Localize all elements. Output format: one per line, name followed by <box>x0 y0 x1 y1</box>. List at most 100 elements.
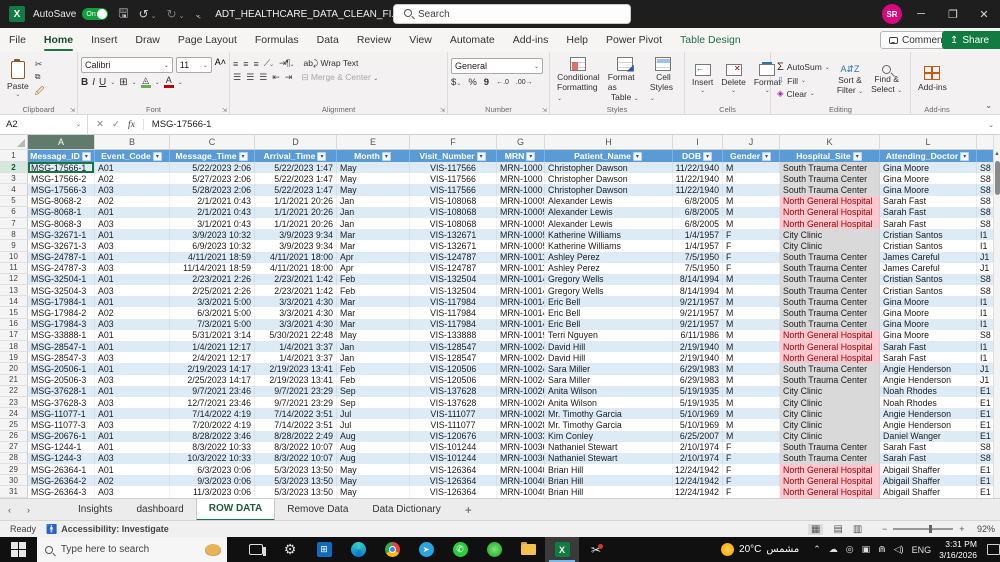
cell[interactable]: A01 <box>95 206 170 218</box>
cell[interactable]: S8 <box>977 442 993 453</box>
sheet-tab-insights[interactable]: Insights <box>66 499 124 521</box>
cell[interactable]: F <box>723 229 780 241</box>
customize-qat-icon[interactable]: ⌄̱ <box>194 10 201 19</box>
tab-page-layout[interactable]: Page Layout <box>169 28 246 52</box>
cell[interactable]: MSG-17566-1 <box>28 162 95 174</box>
increase-decimal-icon[interactable]: ←.0 <box>496 79 509 86</box>
cell[interactable]: 7/14/2022 3:51 <box>255 419 337 431</box>
cell[interactable]: A02 <box>95 173 170 185</box>
fill-color-icon[interactable]: ◬ <box>140 76 151 88</box>
language-indicator[interactable]: ENG <box>912 545 932 555</box>
cell[interactable]: 6/3/2023 0:06 <box>170 464 255 476</box>
taskbar-search[interactable]: Type here to search <box>36 537 228 562</box>
cell[interactable]: Gregory Wells <box>545 273 673 286</box>
cell[interactable]: 2/19/2023 13:41 <box>255 374 337 386</box>
excel-icon[interactable]: X <box>545 537 580 562</box>
cell[interactable]: M <box>723 396 780 409</box>
cell[interactable]: 5/22/2023 1:47 <box>255 162 337 174</box>
cell[interactable]: 5/30/2021 22:48 <box>255 329 337 341</box>
cell[interactable]: A02 <box>95 475 170 487</box>
cell[interactable]: E1 <box>977 419 993 430</box>
cell[interactable]: 1/4/1957 <box>673 229 723 241</box>
cell[interactable]: F <box>723 452 780 465</box>
cell[interactable]: VIS-117566 <box>410 173 497 185</box>
cell[interactable]: Jul <box>337 419 410 431</box>
cell[interactable]: MRN-10005 <box>497 206 545 218</box>
column-letter-D[interactable]: D <box>255 135 337 149</box>
cell[interactable]: 4/11/2021 18:00 <box>255 251 337 263</box>
cell[interactable]: Ashley Perez <box>545 251 673 263</box>
cell[interactable]: 2/19/2023 14:17 <box>170 363 255 375</box>
redo-icon[interactable]: ↻ ⌄ <box>167 7 185 21</box>
save-icon[interactable]: 🖫 <box>118 4 128 25</box>
cell[interactable]: MSG-32504-3 <box>28 285 95 297</box>
cell[interactable]: VIS-126364 <box>410 486 497 498</box>
cell[interactable]: North General Hospital <box>780 206 880 218</box>
row-number-20[interactable]: 20 <box>0 363 28 375</box>
row-number-6[interactable]: 6 <box>0 206 28 218</box>
row-number-25[interactable]: 25 <box>0 419 28 431</box>
cell[interactable]: Feb <box>337 374 410 386</box>
cell[interactable]: M <box>723 385 780 397</box>
row-number-1[interactable]: 1 <box>0 150 28 162</box>
cell[interactable]: S8 <box>977 273 993 286</box>
tray-app-icon[interactable]: ◎ <box>846 544 854 555</box>
filter-icon[interactable]: ▾ <box>852 151 862 161</box>
cell[interactable]: Cristian Santos <box>880 240 977 252</box>
cell[interactable]: 5/10/1969 <box>673 419 723 431</box>
cell[interactable]: City Clinic <box>780 396 880 409</box>
cell[interactable]: Gina Moore <box>880 296 977 308</box>
cell[interactable]: 2/25/2021 2:26 <box>170 285 255 297</box>
filter-icon[interactable]: ▾ <box>960 151 970 161</box>
page-break-view-icon[interactable]: ▥ <box>853 524 862 535</box>
cell[interactable]: 5/3/2023 13:50 <box>255 486 337 498</box>
cell[interactable]: A01 <box>95 408 170 420</box>
font-name-select[interactable]: Calibri ⌄ <box>81 57 173 73</box>
addins-button[interactable]: Add-ins <box>914 55 951 103</box>
cell[interactable]: J1 <box>977 363 993 375</box>
underline-button[interactable]: U <box>99 77 106 88</box>
onedrive-cloud-icon[interactable]: ☁ <box>829 544 838 555</box>
zoom-out-icon[interactable]: − <box>882 524 887 534</box>
cell[interactable]: Eric Bell <box>545 318 673 330</box>
header-message_id[interactable]: Message_ID ▾ <box>28 150 95 162</box>
cell[interactable]: Apr <box>337 262 410 274</box>
cell[interactable]: MSG-1244-3 <box>28 452 95 465</box>
cell[interactable]: Sep <box>337 385 410 397</box>
row-number-3[interactable]: 3 <box>0 173 28 185</box>
cell[interactable]: Mar <box>337 240 410 252</box>
number-format-select[interactable]: General ⌄ <box>451 58 543 74</box>
cell[interactable]: E1 <box>977 486 993 497</box>
maximize-button[interactable]: ❐ <box>937 0 969 28</box>
cell[interactable]: 2/1/2021 0:43 <box>170 195 255 207</box>
cell[interactable]: MSG-17566-2 <box>28 173 95 185</box>
cell[interactable]: Mar <box>337 307 410 319</box>
cell[interactable]: VIS-137628 <box>410 385 497 397</box>
cell[interactable]: VIS-137628 <box>410 396 497 409</box>
cell[interactable]: 2/23/2021 2:26 <box>170 273 255 286</box>
cell[interactable]: 5/19/1935 <box>673 396 723 409</box>
delete-cells-button[interactable]: Delete⌄ <box>717 55 750 103</box>
align-right-icon[interactable]: ☰ <box>259 72 267 83</box>
align-center-icon[interactable]: ☰ <box>246 72 254 83</box>
column-letter-G[interactable]: G <box>497 135 545 149</box>
cell[interactable]: Aug <box>337 430 410 442</box>
cell[interactable]: MRN-1000 <box>497 184 545 196</box>
tab-home[interactable]: Home <box>35 28 82 52</box>
row-number-19[interactable]: 19 <box>0 352 28 364</box>
file-explorer-icon[interactable] <box>511 537 545 562</box>
cell[interactable]: S8 <box>977 206 993 218</box>
cell[interactable]: S8 <box>977 162 993 174</box>
cell[interactable]: Jan <box>337 195 410 207</box>
cell[interactable]: A01 <box>95 229 170 241</box>
autosum-button[interactable]: Σ AutoSum ⌄ <box>777 61 830 73</box>
row-number-30[interactable]: 30 <box>0 475 28 487</box>
cell[interactable]: Sarah Fast <box>880 441 977 453</box>
copy-icon[interactable]: ⧉ <box>35 72 45 82</box>
cell[interactable]: 1/4/1957 <box>673 240 723 252</box>
cell[interactable]: MRN-10019 <box>497 329 545 341</box>
whatsapp-icon[interactable]: ✆ <box>443 537 477 562</box>
cell[interactable]: Ashley Perez <box>545 262 673 274</box>
cell[interactable]: J1 <box>977 375 993 386</box>
cell[interactable]: VIS-128547 <box>410 352 497 364</box>
